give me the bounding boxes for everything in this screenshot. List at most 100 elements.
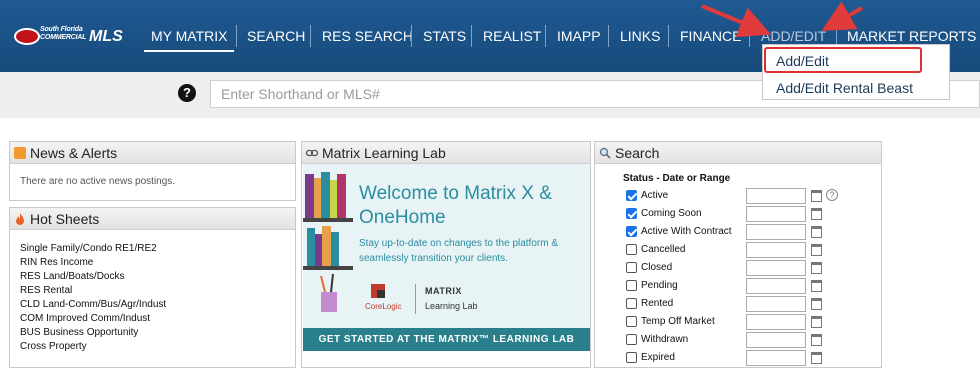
calendar-icon[interactable] bbox=[811, 244, 822, 256]
site-logo[interactable]: South Florida COMMERCIAL MLS bbox=[14, 26, 124, 48]
calendar-icon[interactable] bbox=[811, 298, 822, 310]
status-label[interactable]: Rented bbox=[641, 298, 673, 309]
status-date-input[interactable] bbox=[746, 224, 806, 240]
panel-header: Hot Sheets bbox=[10, 208, 295, 230]
calendar-icon[interactable] bbox=[811, 352, 822, 364]
status-checkbox[interactable] bbox=[626, 316, 637, 327]
hot-sheet-link[interactable]: Single Family/Condo RE1/RE2 bbox=[20, 242, 166, 256]
highlight-box bbox=[764, 47, 922, 73]
nav-stats[interactable]: STATS bbox=[423, 28, 466, 44]
hot-sheet-link[interactable]: Cross Property bbox=[20, 340, 166, 354]
hot-sheets-title: Hot Sheets bbox=[30, 211, 100, 227]
banner-product-sub: Learning Lab bbox=[425, 301, 478, 311]
status-checkbox[interactable] bbox=[626, 208, 637, 219]
link-chain-icon bbox=[306, 149, 318, 157]
nav-divider bbox=[608, 25, 609, 47]
magnifier-icon bbox=[599, 147, 611, 159]
banner-brand: CoreLogic bbox=[365, 302, 402, 311]
status-date-input[interactable] bbox=[746, 350, 806, 366]
panel-header: Matrix Learning Lab bbox=[302, 142, 590, 164]
status-checkbox[interactable] bbox=[626, 262, 637, 273]
nav-my-matrix[interactable]: MY MATRIX bbox=[151, 28, 228, 44]
nav-search[interactable]: SEARCH bbox=[247, 28, 305, 44]
status-checkbox[interactable] bbox=[626, 280, 637, 291]
nav-links[interactable]: LINKS bbox=[620, 28, 660, 44]
news-alerts-title: News & Alerts bbox=[30, 145, 118, 161]
status-label[interactable]: Active With Contract bbox=[641, 226, 732, 237]
nav-market-reports[interactable]: MARKET REPORTS bbox=[847, 28, 976, 44]
logo-line2: COMMERCIAL bbox=[40, 34, 87, 41]
books-illustration bbox=[303, 164, 359, 328]
status-checkbox[interactable] bbox=[626, 190, 637, 201]
help-icon[interactable]: ? bbox=[826, 189, 838, 201]
rss-icon bbox=[14, 147, 26, 159]
calendar-icon[interactable] bbox=[811, 334, 822, 346]
corelogic-logo-icon bbox=[371, 284, 385, 298]
banner-cta-button[interactable]: GET STARTED AT THE MATRIX™ LEARNING LAB bbox=[303, 328, 590, 351]
status-label[interactable]: Cancelled bbox=[641, 244, 685, 255]
banner-title: Welcome to Matrix X & OneHome bbox=[359, 183, 552, 228]
status-checkbox[interactable] bbox=[626, 244, 637, 255]
status-heading: Status - Date or Range bbox=[623, 173, 731, 184]
learning-lab-banner[interactable]: Welcome to Matrix X & OneHome Stay up-to… bbox=[303, 164, 590, 351]
calendar-icon[interactable] bbox=[811, 226, 822, 238]
status-label[interactable]: Pending bbox=[641, 280, 678, 291]
status-checkbox[interactable] bbox=[626, 226, 637, 237]
flame-icon bbox=[16, 213, 24, 225]
status-label[interactable]: Withdrawn bbox=[641, 334, 688, 345]
calendar-icon[interactable] bbox=[811, 316, 822, 328]
logo-brand: MLS bbox=[89, 28, 123, 45]
status-date-input[interactable] bbox=[746, 260, 806, 276]
hot-sheet-link[interactable]: CLD Land-Comm/Bus/Agr/Indust bbox=[20, 298, 166, 312]
status-date-input[interactable] bbox=[746, 206, 806, 222]
calendar-icon[interactable] bbox=[811, 208, 822, 220]
news-alerts-panel: News & Alerts There are no active news p… bbox=[9, 141, 296, 201]
nav-divider bbox=[310, 25, 311, 47]
nav-divider bbox=[236, 25, 237, 47]
status-checkbox[interactable] bbox=[626, 298, 637, 309]
status-checkbox[interactable] bbox=[626, 334, 637, 345]
question-circle-icon[interactable]: ? bbox=[178, 84, 196, 102]
logo-line1: South Florida bbox=[40, 26, 83, 33]
hot-sheet-link[interactable]: RIN Res Income bbox=[20, 256, 166, 270]
hot-sheets-panel: Hot Sheets Single Family/Condo RE1/RE2 R… bbox=[9, 207, 296, 368]
status-checkbox[interactable] bbox=[626, 352, 637, 363]
status-date-input[interactable] bbox=[746, 188, 806, 204]
nav-divider bbox=[749, 25, 750, 47]
news-empty-message: There are no active news postings. bbox=[20, 176, 176, 187]
nav-realist[interactable]: REALIST bbox=[483, 28, 541, 44]
banner-product: MATRIX bbox=[425, 286, 462, 296]
calendar-icon[interactable] bbox=[811, 190, 822, 202]
search-panel-title: Search bbox=[615, 145, 660, 161]
panel-header: News & Alerts bbox=[10, 142, 295, 164]
dropdown-item-add-edit-rental-beast[interactable]: Add/Edit Rental Beast bbox=[776, 80, 913, 96]
status-label[interactable]: Temp Off Market bbox=[641, 316, 715, 327]
status-date-input[interactable] bbox=[746, 242, 806, 258]
nav-divider bbox=[411, 25, 412, 47]
nav-divider bbox=[545, 25, 546, 47]
status-date-input[interactable] bbox=[746, 296, 806, 312]
hot-sheet-link[interactable]: RES Rental bbox=[20, 284, 166, 298]
nav-finance[interactable]: FINANCE bbox=[680, 28, 741, 44]
nav-imapp[interactable]: IMAPP bbox=[557, 28, 601, 44]
banner-subtitle: Stay up-to-date on changes to the platfo… bbox=[359, 238, 559, 264]
calendar-icon[interactable] bbox=[811, 262, 822, 274]
hot-sheet-link[interactable]: COM Improved Comm/Indust bbox=[20, 312, 166, 326]
nav-add-edit[interactable]: ADD/EDIT bbox=[761, 28, 826, 44]
nav-res-search[interactable]: RES SEARCH bbox=[322, 28, 413, 44]
panel-header: Search bbox=[595, 142, 881, 164]
calendar-icon[interactable] bbox=[811, 280, 822, 292]
status-label[interactable]: Expired bbox=[641, 352, 675, 363]
status-label[interactable]: Active bbox=[641, 190, 668, 201]
hot-sheet-link[interactable]: BUS Business Opportunity bbox=[20, 326, 166, 340]
status-date-input[interactable] bbox=[746, 314, 806, 330]
nav-divider bbox=[471, 25, 472, 47]
status-label[interactable]: Coming Soon bbox=[641, 208, 702, 219]
hot-sheet-link[interactable]: RES Land/Boats/Docks bbox=[20, 270, 166, 284]
status-date-input[interactable] bbox=[746, 278, 806, 294]
logo-swoosh-icon bbox=[14, 28, 40, 45]
banner-divider bbox=[415, 284, 416, 314]
learning-lab-title: Matrix Learning Lab bbox=[322, 145, 446, 161]
status-date-input[interactable] bbox=[746, 332, 806, 348]
status-label[interactable]: Closed bbox=[641, 262, 672, 273]
